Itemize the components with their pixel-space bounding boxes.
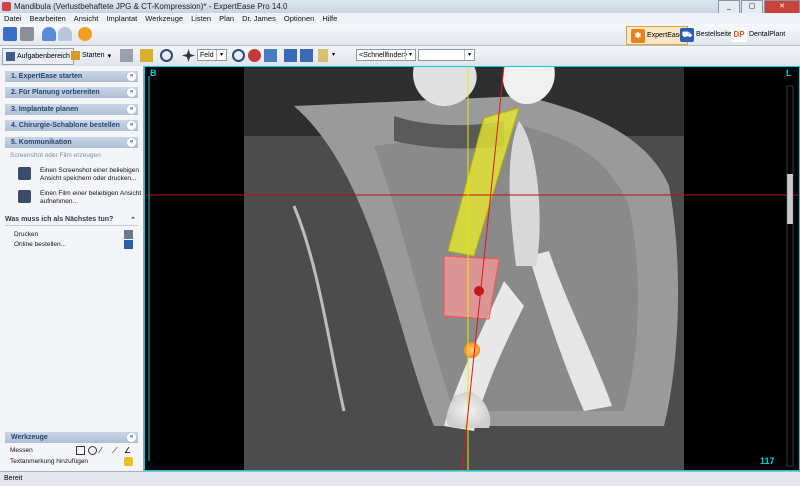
annotation-icon[interactable] [124,457,133,466]
chevron-down-icon[interactable]: » [127,88,136,97]
menu-implantat[interactable]: Implantat [102,13,141,24]
save-icon[interactable] [3,27,17,41]
title-bar: Mandibula (Verlustbehaftete JPG & CT-Kom… [0,0,800,14]
menu-ansicht[interactable]: Ansicht [70,13,103,24]
zoom-icon[interactable] [232,49,245,62]
printer-icon[interactable] [124,230,133,239]
chevron-up-icon[interactable]: « [127,433,136,442]
chevron-down-icon[interactable]: » [127,121,136,130]
view-toolbar: Aufgabenbereich Starten ▾ Feld ▾ ▾ <Schn… [0,46,800,67]
print-icon[interactable] [20,27,34,41]
menu-hilfe[interactable]: Hilfe [318,13,341,24]
window-title: Mandibula (Verlustbehaftete JPG & CT-Kom… [14,2,288,11]
menu-optionen[interactable]: Optionen [280,13,318,24]
orientation-right: L [786,68,792,78]
measure-label: Messen [10,447,33,454]
rotate-icon[interactable] [160,49,173,62]
chevron-down-icon: ▾ [216,50,226,60]
window-controls: _ ▢ ✕ [717,0,800,14]
print-link[interactable]: Drucken [14,231,38,238]
quick-finder-select[interactable]: <Schnellfinder> ▾ [356,49,416,61]
tools-header[interactable]: Werkzeuge « [5,432,138,443]
dp-logo-icon: DP [731,27,747,42]
menu-plan[interactable]: Plan [215,13,238,24]
menu-datei[interactable]: Datei [0,13,26,24]
nerve-marker[interactable] [464,342,480,358]
module-dentalplant[interactable]: DP DentalPlant [731,26,785,43]
slice-number: 117 [760,456,775,466]
info-icon[interactable] [78,27,92,41]
next-steps-header[interactable]: Was muss ich als Nächstes tun? ⌃ [5,214,138,226]
cart-icon[interactable] [124,240,133,249]
line-tool-icon[interactable]: ⁄ [100,446,109,455]
main-toolbar: ✱ ExpertEase ⛟ Bestellseiten DP DentalPl… [0,24,800,46]
app-icon [2,2,11,11]
pan-icon[interactable] [182,49,195,62]
chevron-down-icon: ▾ [405,50,415,60]
status-bar: Bereit [0,471,800,486]
chevron-up-icon[interactable]: ⌃ [130,215,136,226]
undo-icon[interactable] [42,27,56,41]
implant-marker [474,286,484,296]
close-button[interactable]: ✕ [764,0,800,14]
step-4[interactable]: 4. Chirurgie-Schablone bestellen » [5,120,138,131]
ct-viewer[interactable]: B L 117 [144,66,800,471]
secondary-select[interactable]: ▾ [418,49,475,61]
cart-icon: ⛟ [680,27,694,42]
step-5[interactable]: 5. Kommunikation « [5,137,138,148]
camera-icon [18,167,31,180]
add-annotation-label: Textanmerkung hinzufügen [10,458,89,465]
start-icon [71,51,80,60]
circle-tool-icon[interactable] [88,446,97,455]
chevron-down-icon: ▾ [107,52,112,60]
order-online-link[interactable]: Online bestellen... [14,241,66,248]
task-sidebar: 1. ExpertEase starten » 2. Für Planung v… [0,66,144,471]
menu-bar: Datei Bearbeiten Ansicht Implantat Werkz… [0,13,800,24]
ct-slice-canvas[interactable]: B L 117 [144,66,800,471]
step-3[interactable]: 3. Implantate planen » [5,104,138,115]
orientation-left: B [150,68,157,78]
maximize-button[interactable]: ▢ [741,0,763,14]
minimize-button[interactable]: _ [718,0,740,14]
implant-tool-icon[interactable] [318,49,328,62]
menu-dr-james[interactable]: Dr. James [238,13,280,24]
menu-bearbeiten[interactable]: Bearbeiten [26,13,70,24]
layout-icon[interactable] [284,49,297,62]
taskpane-icon [6,52,15,61]
rectangle-tool-icon[interactable] [76,446,85,455]
menu-listen[interactable]: Listen [187,13,215,24]
light-icon[interactable] [140,49,153,62]
view-mode-select[interactable]: Feld ▾ [197,49,227,61]
menu-werkzeuge[interactable]: Werkzeuge [141,13,187,24]
screenshot-subheading: Screenshot oder Film erzeugen [10,152,101,159]
fit-icon[interactable] [264,49,277,62]
module-bestellseiten[interactable]: ⛟ Bestellseiten [680,26,736,43]
polyline-tool-icon[interactable]: ⟋ [112,446,121,455]
chevron-up-icon[interactable]: « [127,138,136,147]
start-button[interactable]: Starten ▾ [68,48,114,63]
step-2[interactable]: 2. Für Planung vorbereiten » [5,87,138,98]
slice-scrollbar-thumb[interactable] [787,174,793,224]
chevron-down-icon[interactable]: ▾ [332,49,340,62]
taskpane-button[interactable]: Aufgabenbereich [2,48,74,65]
chevron-down-icon[interactable]: » [127,105,136,114]
module-expertease[interactable]: ✱ ExpertEase [626,26,689,45]
step-1[interactable]: 1. ExpertEase starten » [5,71,138,82]
film-icon [18,190,31,203]
zoom-reset-icon[interactable] [248,49,261,62]
implant-abutment[interactable] [443,255,500,320]
chevron-down-icon[interactable]: » [127,72,136,81]
angle-tool-icon[interactable]: ∠ [124,446,133,455]
layout-options-icon[interactable] [300,49,313,62]
status-text: Bereit [4,475,23,482]
grayscale-icon[interactable] [120,49,133,62]
chevron-down-icon: ▾ [464,50,474,60]
redo-icon[interactable] [58,27,72,41]
expertease-icon: ✱ [631,28,645,43]
